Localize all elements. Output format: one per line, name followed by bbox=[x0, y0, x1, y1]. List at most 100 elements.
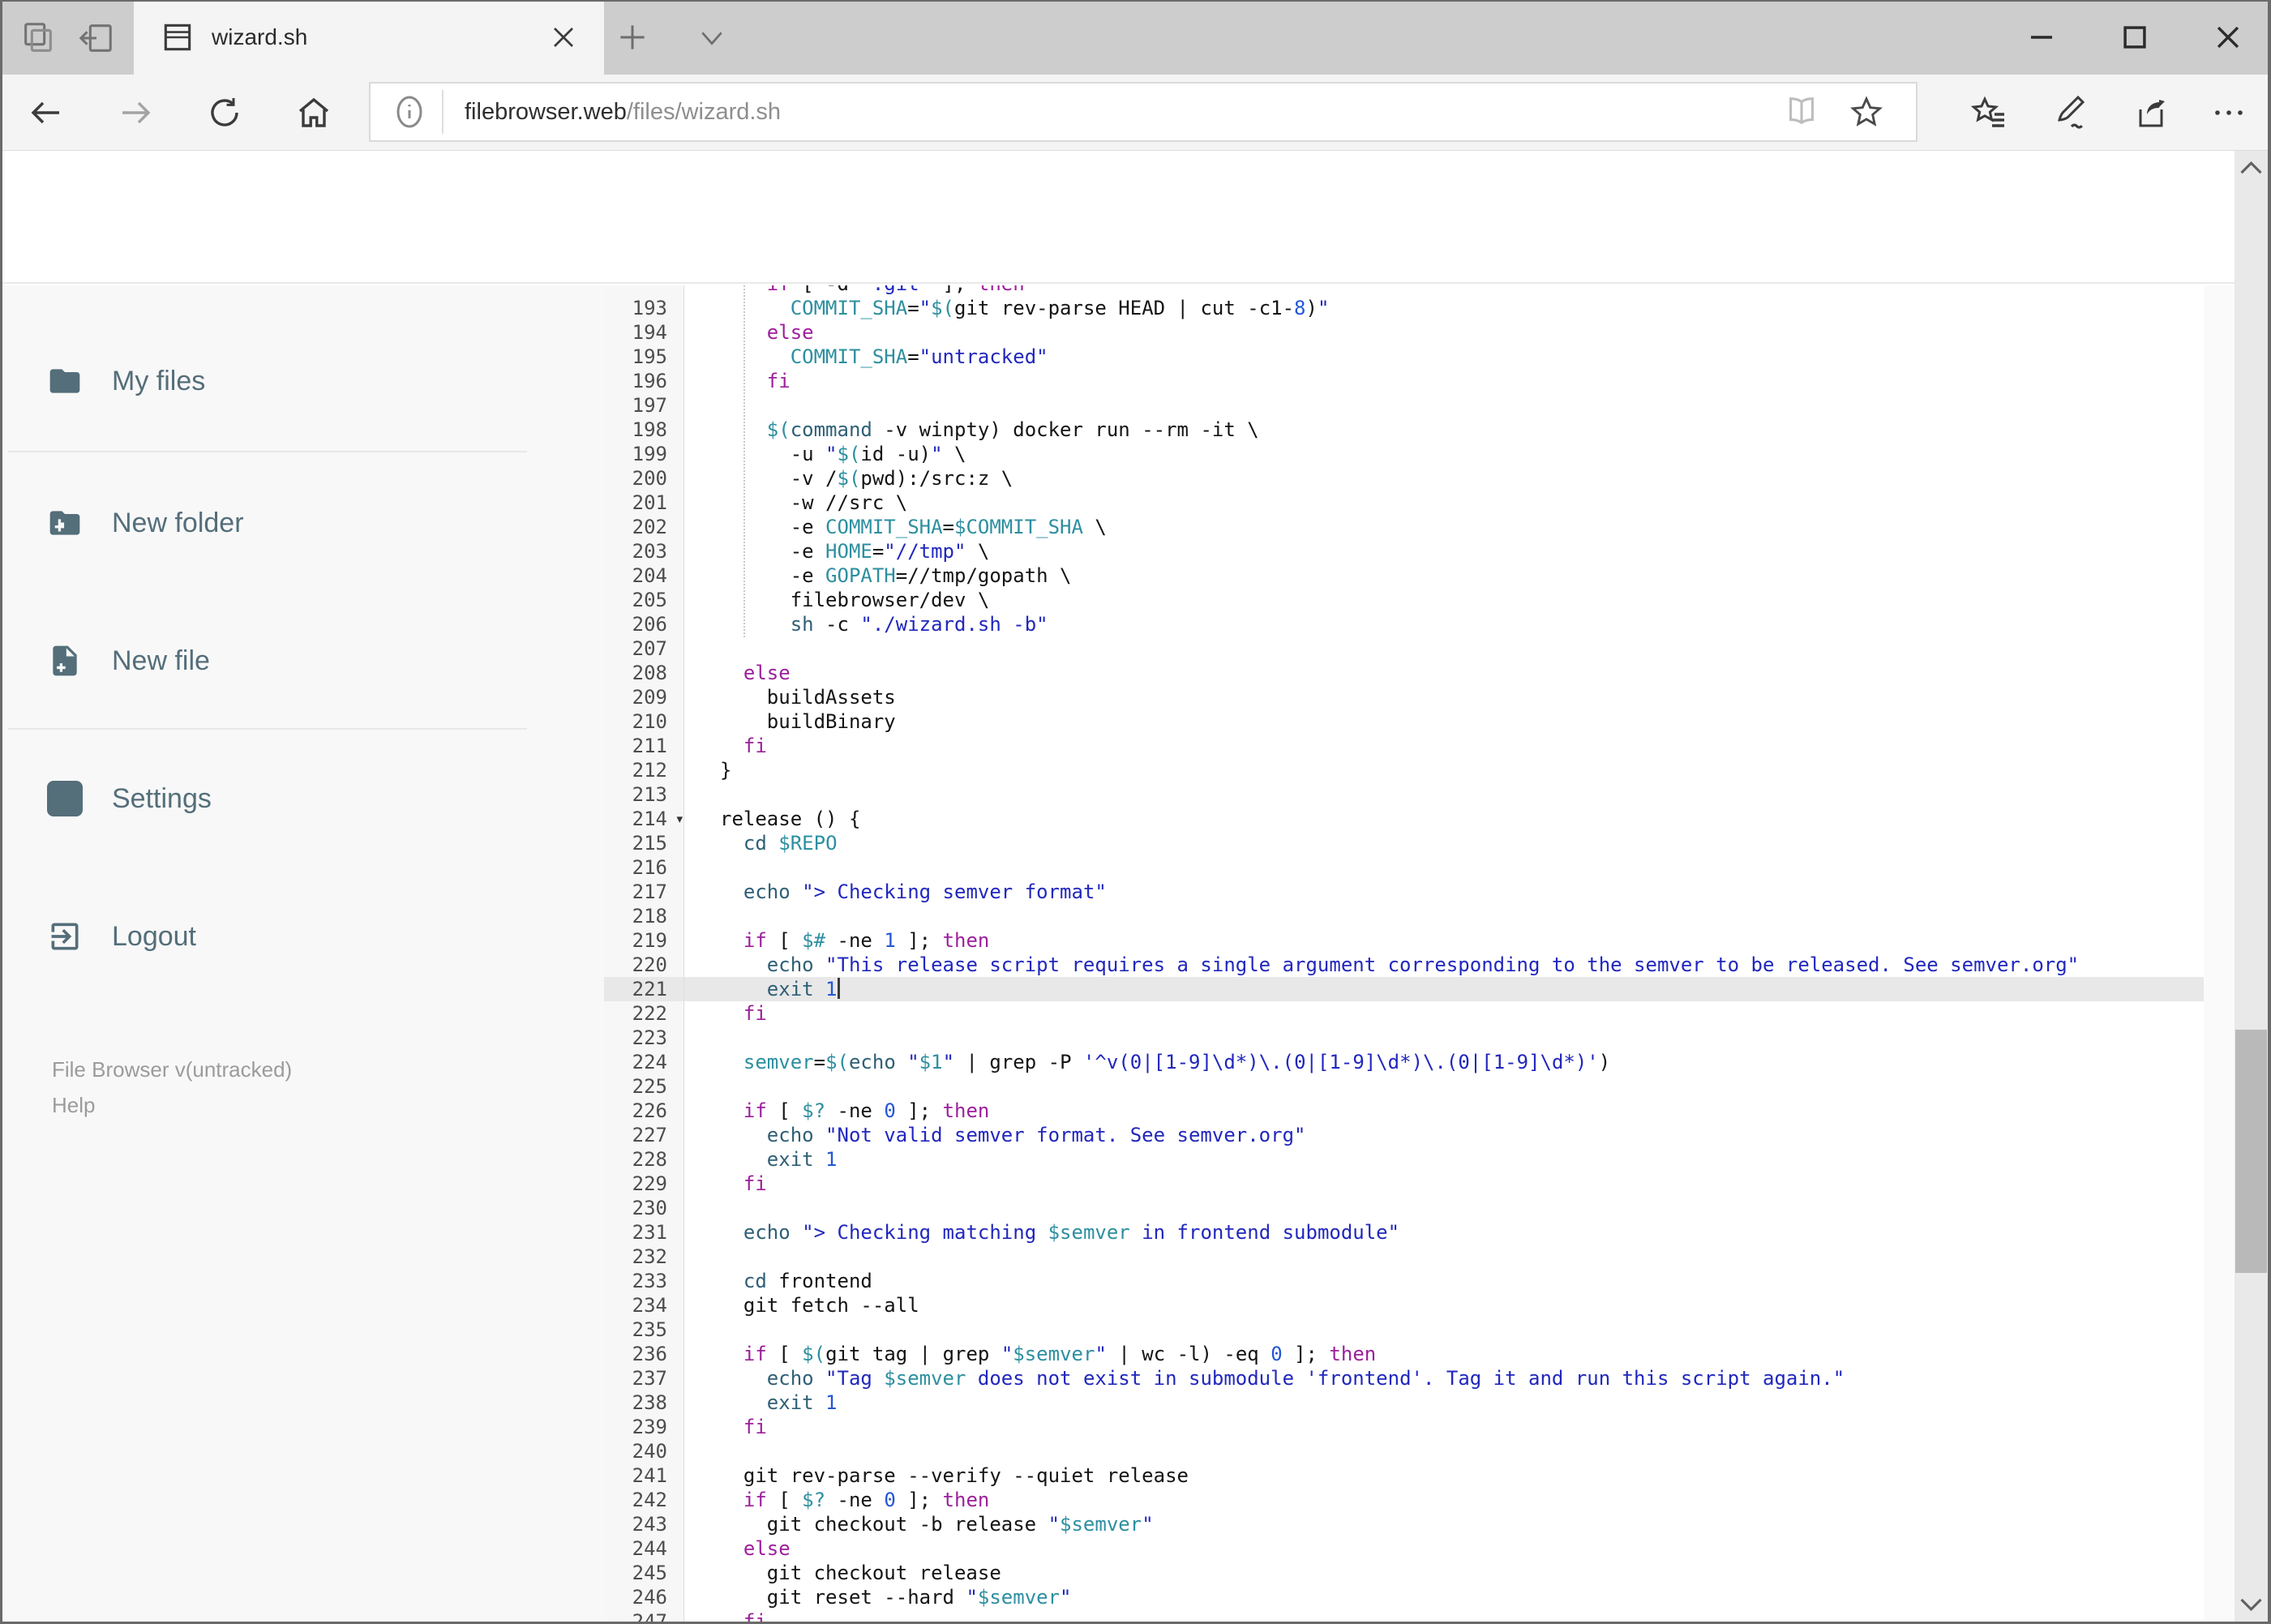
code-line[interactable]: git fetch --all bbox=[684, 1293, 2235, 1318]
tab-title: wizard.sh bbox=[212, 24, 308, 49]
code-line[interactable]: else bbox=[684, 320, 2235, 345]
code-line[interactable]: $(command -v winpty) docker run --rm -it… bbox=[684, 418, 2235, 442]
code-line[interactable]: -v /$(pwd):/src:z \ bbox=[684, 466, 2235, 491]
line-number: 237 bbox=[632, 1367, 667, 1390]
sidebar-item-new-folder[interactable]: New folder bbox=[0, 491, 551, 555]
code-line[interactable]: filebrowser/dev \ bbox=[684, 588, 2235, 612]
window-close-button[interactable] bbox=[2207, 16, 2249, 58]
code-line[interactable]: exit 1 bbox=[684, 1147, 2235, 1172]
code-line[interactable] bbox=[684, 1439, 2235, 1463]
code-line[interactable] bbox=[684, 1026, 2235, 1050]
line-number: 218 bbox=[632, 905, 667, 928]
favorite-star-icon[interactable] bbox=[1848, 93, 1885, 131]
code-line[interactable] bbox=[684, 393, 2235, 418]
code-line[interactable] bbox=[684, 782, 2235, 807]
scrollbar-thumb[interactable] bbox=[2235, 1030, 2267, 1273]
code-line[interactable]: git rev-parse --verify --quiet release bbox=[684, 1463, 2235, 1488]
code-line[interactable]: exit 1 bbox=[684, 977, 2235, 1001]
code-line[interactable]: fi bbox=[684, 1609, 2235, 1622]
tab-list-chevron-icon[interactable] bbox=[696, 24, 728, 52]
code-line[interactable]: buildBinary bbox=[684, 709, 2235, 734]
favorites-hub-icon[interactable] bbox=[1970, 93, 2009, 132]
code-line[interactable]: else bbox=[684, 1536, 2235, 1561]
code-line[interactable]: if [ $? -ne 0 ]; then bbox=[684, 1488, 2235, 1512]
code-line[interactable]: echo "> Checking matching $semver in fro… bbox=[684, 1220, 2235, 1245]
code-line[interactable] bbox=[684, 636, 2235, 661]
home-button[interactable] bbox=[294, 93, 333, 132]
scroll-down-icon[interactable] bbox=[2235, 1586, 2268, 1622]
help-link[interactable]: Help bbox=[52, 1093, 95, 1118]
more-options-icon[interactable] bbox=[2209, 93, 2248, 132]
refresh-button[interactable] bbox=[205, 93, 244, 132]
sidebar-item-settings[interactable]: Settings bbox=[0, 766, 551, 831]
code-line[interactable]: git checkout release bbox=[684, 1561, 2235, 1585]
site-info-icon[interactable] bbox=[390, 92, 429, 131]
code-line[interactable]: semver=$(echo "$1" | grep -P '^v(0|[1-9]… bbox=[684, 1050, 2235, 1074]
line-number: 208 bbox=[632, 662, 667, 684]
code-line[interactable]: if [ $(git tag | grep "$semver" | wc -l)… bbox=[684, 1342, 2235, 1366]
line-number: 220 bbox=[632, 953, 667, 976]
code-line[interactable]: exit 1 bbox=[684, 1390, 2235, 1415]
tab-close-icon[interactable] bbox=[546, 19, 581, 55]
code-line[interactable]: if [ $# -ne 1 ]; then bbox=[684, 928, 2235, 953]
code-line[interactable]: } bbox=[684, 758, 2235, 782]
code-line[interactable]: echo "This release script requires a sin… bbox=[684, 953, 2235, 977]
reading-view-icon[interactable] bbox=[1783, 93, 1820, 131]
sidebar-item-new-file[interactable]: New file bbox=[0, 628, 551, 693]
code-line[interactable]: release () { bbox=[684, 807, 2235, 831]
code-line[interactable] bbox=[684, 1245, 2235, 1269]
code-line[interactable] bbox=[684, 904, 2235, 928]
code-line[interactable] bbox=[684, 1318, 2235, 1342]
share-icon[interactable] bbox=[2132, 93, 2171, 132]
code-line[interactable]: if [ $? -ne 0 ]; then bbox=[684, 1099, 2235, 1123]
code-line[interactable]: -e COMMIT_SHA=$COMMIT_SHA \ bbox=[684, 515, 2235, 539]
line-number: 202 bbox=[632, 516, 667, 538]
url-text[interactable]: filebrowser.web/files/wizard.sh bbox=[465, 84, 781, 140]
code-line[interactable]: COMMIT_SHA="untracked" bbox=[684, 345, 2235, 369]
code-line[interactable]: fi bbox=[684, 734, 2235, 758]
code-line[interactable]: sh -c "./wizard.sh -b" bbox=[684, 612, 2235, 636]
line-number: 204 bbox=[632, 564, 667, 587]
forward-button[interactable] bbox=[116, 93, 155, 132]
browser-tab[interactable]: wizard.sh bbox=[134, 0, 604, 75]
code-line[interactable]: fi bbox=[684, 1001, 2235, 1026]
web-note-pen-icon[interactable] bbox=[2051, 93, 2090, 132]
scroll-up-icon[interactable] bbox=[2235, 151, 2268, 186]
code-editor[interactable]: 193 194 195 196 197 198 199 200 201 202 203 204 205 2… bbox=[604, 285, 2235, 1622]
code-line[interactable]: -e GOPATH=//tmp/gopath \ bbox=[684, 563, 2235, 588]
sidebar-item-my-files[interactable]: My files bbox=[0, 349, 551, 413]
tabs-set-aside-icon[interactable] bbox=[78, 19, 115, 57]
code-line[interactable]: git checkout -b release "$semver" bbox=[684, 1512, 2235, 1536]
code-line[interactable]: else bbox=[684, 661, 2235, 685]
code-line[interactable]: -u "$(id -u)" \ bbox=[684, 442, 2235, 466]
sidebar-item-logout[interactable]: Logout bbox=[0, 904, 551, 969]
vertical-scrollbar[interactable] bbox=[2235, 151, 2268, 1622]
code-line[interactable]: cd $REPO bbox=[684, 831, 2235, 855]
code-line[interactable]: buildAssets bbox=[684, 685, 2235, 709]
code-line[interactable]: git reset --hard "$semver" bbox=[684, 1585, 2235, 1609]
code-line[interactable] bbox=[684, 1074, 2235, 1099]
address-bar[interactable]: filebrowser.web/files/wizard.sh bbox=[369, 82, 1917, 142]
code-line[interactable]: echo "Not valid semver format. See semve… bbox=[684, 1123, 2235, 1147]
fold-arrow-icon[interactable]: ▾ bbox=[676, 807, 683, 831]
code-line[interactable]: fi bbox=[684, 369, 2235, 393]
code-line[interactable]: fi bbox=[684, 1172, 2235, 1196]
line-number: 193 bbox=[632, 297, 667, 319]
back-button[interactable] bbox=[27, 93, 66, 132]
code-line[interactable]: echo "> Checking semver format" bbox=[684, 880, 2235, 904]
code-line[interactable]: -e HOME="//tmp" \ bbox=[684, 539, 2235, 563]
new-tab-button[interactable] bbox=[615, 19, 650, 55]
window-minimize-button[interactable] bbox=[2020, 16, 2063, 58]
line-number: 194 bbox=[632, 321, 667, 344]
tab-preview-icon[interactable] bbox=[19, 19, 57, 57]
code-line[interactable]: if [ -d ".git" ]; then bbox=[684, 285, 2235, 296]
window-maximize-button[interactable] bbox=[2114, 16, 2156, 58]
code-line[interactable]: COMMIT_SHA="$(git rev-parse HEAD | cut -… bbox=[684, 296, 2235, 320]
code-line[interactable]: -w //src \ bbox=[684, 491, 2235, 515]
code-line[interactable]: fi bbox=[684, 1415, 2235, 1439]
code-lines[interactable]: if [ -d ".git" ]; then COMMIT_SHA="$(git… bbox=[684, 285, 2235, 1622]
code-line[interactable]: echo "Tag $semver does not exist in subm… bbox=[684, 1366, 2235, 1390]
code-line[interactable] bbox=[684, 1196, 2235, 1220]
code-line[interactable]: cd frontend bbox=[684, 1269, 2235, 1293]
code-line[interactable] bbox=[684, 855, 2235, 880]
